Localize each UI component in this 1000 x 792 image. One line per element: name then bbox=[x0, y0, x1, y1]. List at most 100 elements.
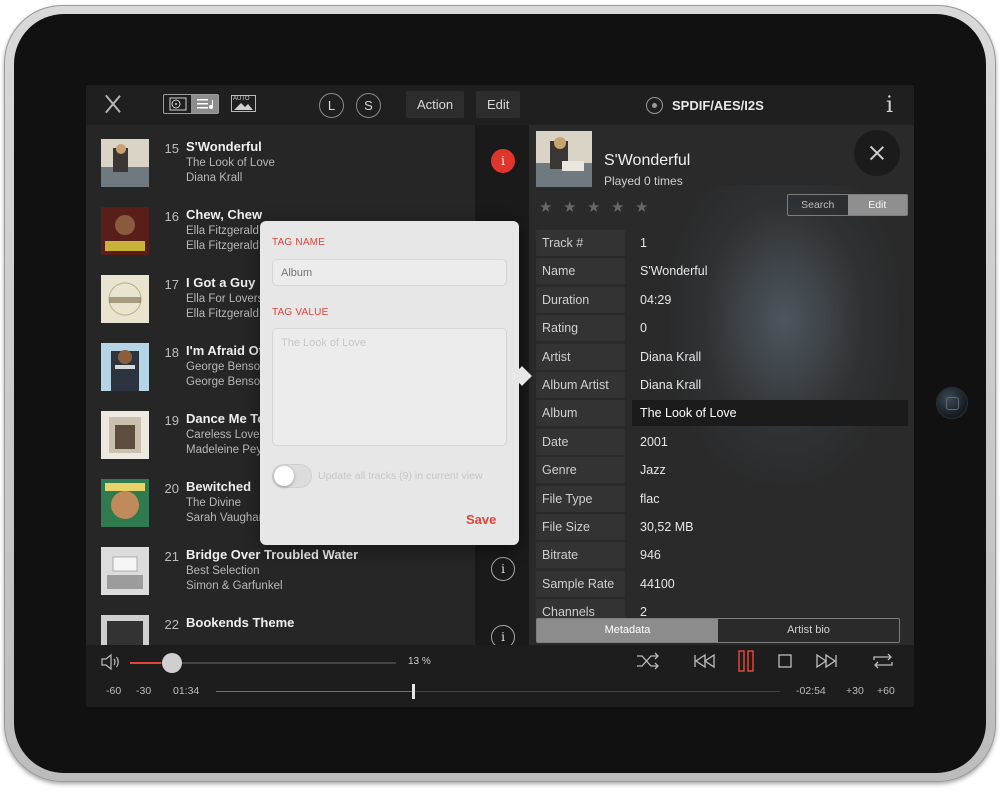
metadata-row[interactable]: File Size 30,52 MB bbox=[536, 514, 908, 540]
metadata-row[interactable]: Duration 04:29 bbox=[536, 286, 908, 313]
home-button[interactable] bbox=[936, 387, 968, 419]
skip-back-60-button[interactable]: -60 bbox=[106, 685, 121, 697]
track-number: 17 bbox=[164, 277, 179, 292]
metadata-row[interactable]: Sample Rate 44100 bbox=[536, 570, 908, 597]
stop-icon[interactable] bbox=[778, 654, 792, 673]
shuffle-icon[interactable] bbox=[636, 652, 660, 675]
track-artist: Ella Fitzgerald bbox=[186, 240, 259, 252]
track-title: S'Wonderful bbox=[186, 139, 262, 154]
skip-back-30-button[interactable]: -30 bbox=[136, 685, 151, 697]
album-cover bbox=[101, 615, 149, 645]
metadata-row[interactable]: Name S'Wonderful bbox=[536, 258, 908, 285]
detail-album-cover bbox=[536, 131, 592, 187]
metadata-row[interactable]: Album Artist Diana Krall bbox=[536, 372, 908, 398]
metadata-value[interactable]: 0 bbox=[632, 315, 908, 341]
metadata-row[interactable]: Date 2001 bbox=[536, 428, 908, 455]
metadata-value[interactable]: S'Wonderful bbox=[632, 258, 908, 284]
search-edit-toggle[interactable]: Search Edit bbox=[787, 194, 908, 216]
previous-icon[interactable] bbox=[693, 652, 717, 675]
metadata-value[interactable]: 2001 bbox=[632, 429, 908, 455]
tag-value-input[interactable]: The Look of Love bbox=[272, 328, 507, 446]
metadata-value[interactable]: flac bbox=[632, 486, 908, 512]
metadata-row[interactable]: File Type flac bbox=[536, 485, 908, 512]
metadata-row[interactable]: Album The Look of Love bbox=[536, 400, 908, 427]
track-info-icon[interactable]: i bbox=[491, 557, 515, 581]
seek-slider[interactable] bbox=[216, 684, 780, 699]
close-detail-icon[interactable] bbox=[854, 130, 900, 176]
track-detail-panel: S'Wonderful Played 0 times ★ ★ ★ ★ ★ Search … bbox=[529, 125, 914, 645]
star-icon[interactable]: ★ bbox=[539, 198, 563, 216]
metadata-row[interactable]: Track # 1 bbox=[536, 230, 908, 256]
app-screen: AUTO L S Action Edit SPDIF/AES/I2S i 15 S… bbox=[86, 85, 914, 707]
view-mode-toggle[interactable] bbox=[163, 94, 219, 114]
skip-forward-60-button[interactable]: +60 bbox=[877, 685, 895, 697]
s-button[interactable]: S bbox=[356, 93, 381, 118]
repeat-icon[interactable] bbox=[870, 652, 896, 675]
metadata-value[interactable]: Diana Krall bbox=[632, 344, 908, 370]
metadata-row[interactable]: Rating 0 bbox=[536, 315, 908, 342]
tag-name-label: TAG NAME bbox=[272, 237, 326, 248]
metadata-row[interactable]: Genre Jazz bbox=[536, 457, 908, 484]
star-icon[interactable]: ★ bbox=[611, 198, 635, 216]
skip-forward-30-button[interactable]: +30 bbox=[846, 685, 864, 697]
seek-knob[interactable] bbox=[412, 684, 416, 699]
output-selector[interactable]: SPDIF/AES/I2S bbox=[646, 96, 764, 114]
track-number: 15 bbox=[164, 141, 179, 156]
metadata-value[interactable]: Jazz bbox=[632, 457, 908, 483]
volume-knob[interactable] bbox=[162, 653, 182, 673]
update-all-switch[interactable] bbox=[272, 464, 312, 488]
search-tab[interactable]: Search bbox=[788, 195, 848, 215]
track-number: 16 bbox=[164, 209, 179, 224]
metadata-key: Artist bbox=[536, 343, 625, 370]
track-title: Bookends Theme bbox=[186, 615, 295, 630]
metadata-value[interactable]: 04:29 bbox=[632, 287, 908, 313]
track-row[interactable]: 22 Bookends Theme bbox=[86, 609, 529, 645]
track-album: Careless Love bbox=[186, 429, 260, 441]
metadata-key: Track # bbox=[536, 230, 625, 256]
metadata-value[interactable]: The Look of Love bbox=[632, 400, 908, 427]
track-number: 19 bbox=[164, 413, 179, 428]
star-icon[interactable]: ★ bbox=[587, 198, 611, 216]
volume-icon[interactable] bbox=[100, 653, 122, 676]
info-icon[interactable]: i bbox=[886, 93, 893, 118]
tab-metadata[interactable]: Metadata bbox=[537, 619, 718, 642]
tag-name-input[interactable] bbox=[272, 259, 507, 286]
track-row[interactable]: 15 S'Wonderful The Look of Love Diana Krall bbox=[86, 133, 529, 201]
rating-stars[interactable]: ★ ★ ★ ★ ★ bbox=[539, 198, 659, 216]
tab-artist-bio[interactable]: Artist bio bbox=[718, 619, 899, 642]
metadata-value[interactable]: Diana Krall bbox=[632, 372, 908, 398]
pause-icon[interactable] bbox=[737, 650, 755, 677]
track-number: 18 bbox=[164, 345, 179, 360]
track-number: 22 bbox=[164, 617, 179, 632]
star-icon[interactable]: ★ bbox=[563, 198, 587, 216]
action-button[interactable]: Action bbox=[406, 91, 465, 118]
output-name: SPDIF/AES/I2S bbox=[672, 97, 764, 113]
remaining-time: -02:54 bbox=[796, 685, 826, 697]
metadata-value[interactable]: 1 bbox=[632, 230, 908, 256]
album-cover bbox=[101, 275, 149, 323]
list-view-icon[interactable] bbox=[191, 95, 218, 113]
close-icon[interactable] bbox=[102, 93, 124, 115]
metadata-key: File Type bbox=[536, 485, 625, 512]
edit-button[interactable]: Edit bbox=[476, 91, 521, 118]
auto-artwork-icon[interactable]: AUTO bbox=[231, 95, 256, 112]
track-title: I'm Afraid Of bbox=[186, 343, 264, 358]
track-album: Ella Fitzgerald bbox=[186, 225, 259, 237]
cover-view-icon[interactable] bbox=[164, 95, 191, 113]
metadata-value[interactable]: 30,52 MB bbox=[632, 514, 908, 540]
next-icon[interactable] bbox=[814, 652, 838, 675]
edit-tab[interactable]: Edit bbox=[847, 195, 907, 215]
save-button[interactable]: Save bbox=[466, 512, 496, 527]
detail-title: S'Wonderful bbox=[604, 152, 691, 169]
metadata-value[interactable]: 946 bbox=[632, 542, 908, 568]
metadata-row[interactable]: Bitrate 946 bbox=[536, 542, 908, 569]
track-number: 20 bbox=[164, 481, 179, 496]
track-artist: George Benso bbox=[186, 376, 261, 388]
star-icon[interactable]: ★ bbox=[635, 198, 659, 216]
track-artist: Sarah Vaughar bbox=[186, 512, 263, 524]
metadata-row[interactable]: Artist Diana Krall bbox=[536, 343, 908, 370]
track-info-icon[interactable]: i bbox=[491, 149, 515, 173]
l-button[interactable]: L bbox=[319, 93, 344, 118]
metadata-value[interactable]: 44100 bbox=[632, 571, 908, 597]
track-row[interactable]: 21 Bridge Over Troubled Water Best Selecti… bbox=[86, 541, 529, 609]
